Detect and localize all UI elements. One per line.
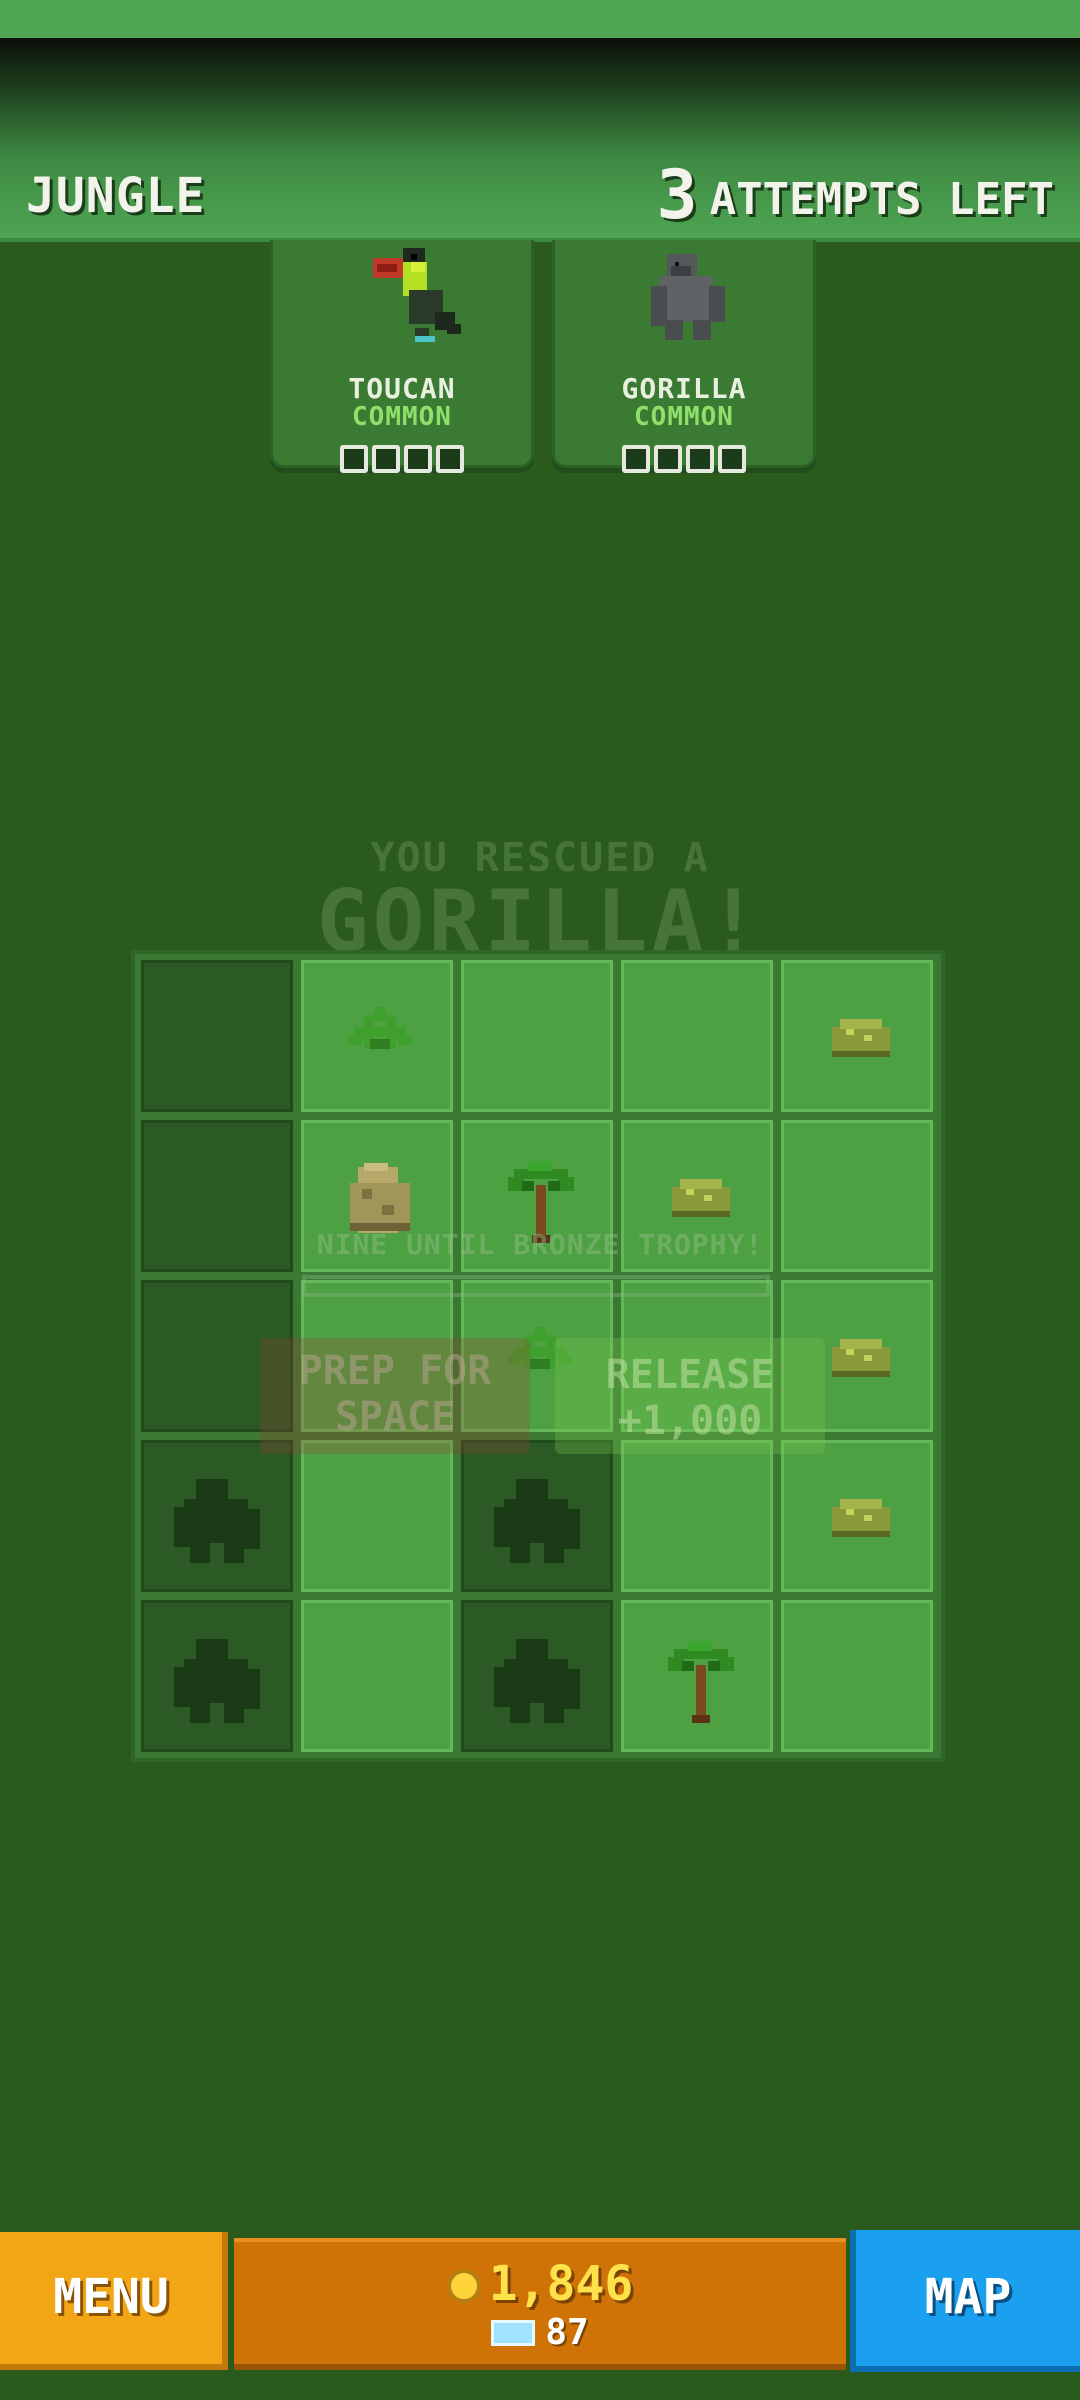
grid-tile[interactable] <box>141 1600 293 1752</box>
map-button[interactable]: MAP <box>850 2230 1080 2372</box>
region-title: JUNGLE <box>26 168 206 224</box>
slot-empty <box>340 445 368 473</box>
grid-tile[interactable] <box>781 1600 933 1752</box>
gorilla-silhouette-icon <box>174 1479 260 1563</box>
slot-empty <box>686 445 714 473</box>
grid-tile[interactable] <box>301 1440 453 1592</box>
release-reward: +1,000 <box>617 1398 763 1444</box>
slot-empty <box>718 445 746 473</box>
prep-label-line2: SPACE <box>334 1394 456 1440</box>
release-button[interactable]: RELEASE +1,000 <box>555 1338 825 1454</box>
ticket-amount: 87 <box>545 2312 589 2353</box>
grid-tile[interactable] <box>781 1440 933 1592</box>
bush-icon <box>832 1019 890 1057</box>
card-rarity: COMMON <box>634 402 734 432</box>
attempts-label: ATTEMPTS LEFT <box>709 174 1054 225</box>
coin-icon <box>446 2269 481 2303</box>
grid-tile[interactable] <box>141 1440 293 1592</box>
grid-tile[interactable] <box>301 960 453 1112</box>
toucan-icon <box>373 248 461 342</box>
slot-empty <box>654 445 682 473</box>
slot-empty <box>372 445 400 473</box>
card-slots <box>273 445 531 473</box>
prep-for-space-button[interactable]: PREP FOR SPACE <box>260 1338 530 1454</box>
grid-tile[interactable] <box>621 1440 773 1592</box>
grid-tile[interactable] <box>461 1600 613 1752</box>
release-label: RELEASE <box>605 1352 775 1398</box>
grid-tile[interactable] <box>621 960 773 1112</box>
status-bar <box>0 0 1080 38</box>
slot-empty <box>404 445 432 473</box>
animal-card-toucan[interactable]: TOUCAN COMMON <box>270 240 534 473</box>
grid-tile[interactable] <box>141 960 293 1112</box>
prep-label-line1: PREP FOR <box>298 1348 492 1394</box>
coin-amount: 1,846 <box>488 2256 634 2312</box>
card-name: TOUCAN <box>348 372 456 405</box>
card-slots <box>555 445 813 473</box>
slot-empty <box>622 445 650 473</box>
gorilla-icon <box>651 254 725 340</box>
grid-tile[interactable] <box>621 1600 773 1752</box>
grid-tile[interactable] <box>461 960 613 1112</box>
slot-empty <box>436 445 464 473</box>
ticket-balance: 87 <box>234 2312 846 2353</box>
palm-tree-icon <box>668 1641 734 1723</box>
ticket-icon <box>491 2320 536 2346</box>
trophy-progress-text: NINE UNTIL BRONZE TROPHY! <box>316 1228 764 1261</box>
gorilla-silhouette-icon <box>494 1479 580 1563</box>
bush-icon <box>832 1499 890 1537</box>
coin-balance: 1,846 <box>234 2256 846 2312</box>
currency-panel: 1,846 87 <box>234 2238 846 2370</box>
card-rarity: COMMON <box>352 402 452 432</box>
fern-icon <box>348 1007 412 1049</box>
grid-tile[interactable] <box>301 1600 453 1752</box>
grid-tile[interactable] <box>781 960 933 1112</box>
attempts-count: 3 <box>656 156 698 235</box>
animal-card-gorilla[interactable]: GORILLA COMMON <box>552 240 816 473</box>
card-name: GORILLA <box>621 372 747 405</box>
attempts-counter: 3 ATTEMPTS LEFT <box>657 156 1054 235</box>
header-bar: JUNGLE 3 ATTEMPTS LEFT <box>0 38 1080 242</box>
grid-tile[interactable] <box>461 1440 613 1592</box>
gorilla-silhouette-icon <box>174 1639 260 1723</box>
gorilla-silhouette-icon <box>494 1639 580 1723</box>
trophy-progress-bar <box>302 1275 770 1297</box>
menu-button[interactable]: MENU <box>0 2232 228 2370</box>
